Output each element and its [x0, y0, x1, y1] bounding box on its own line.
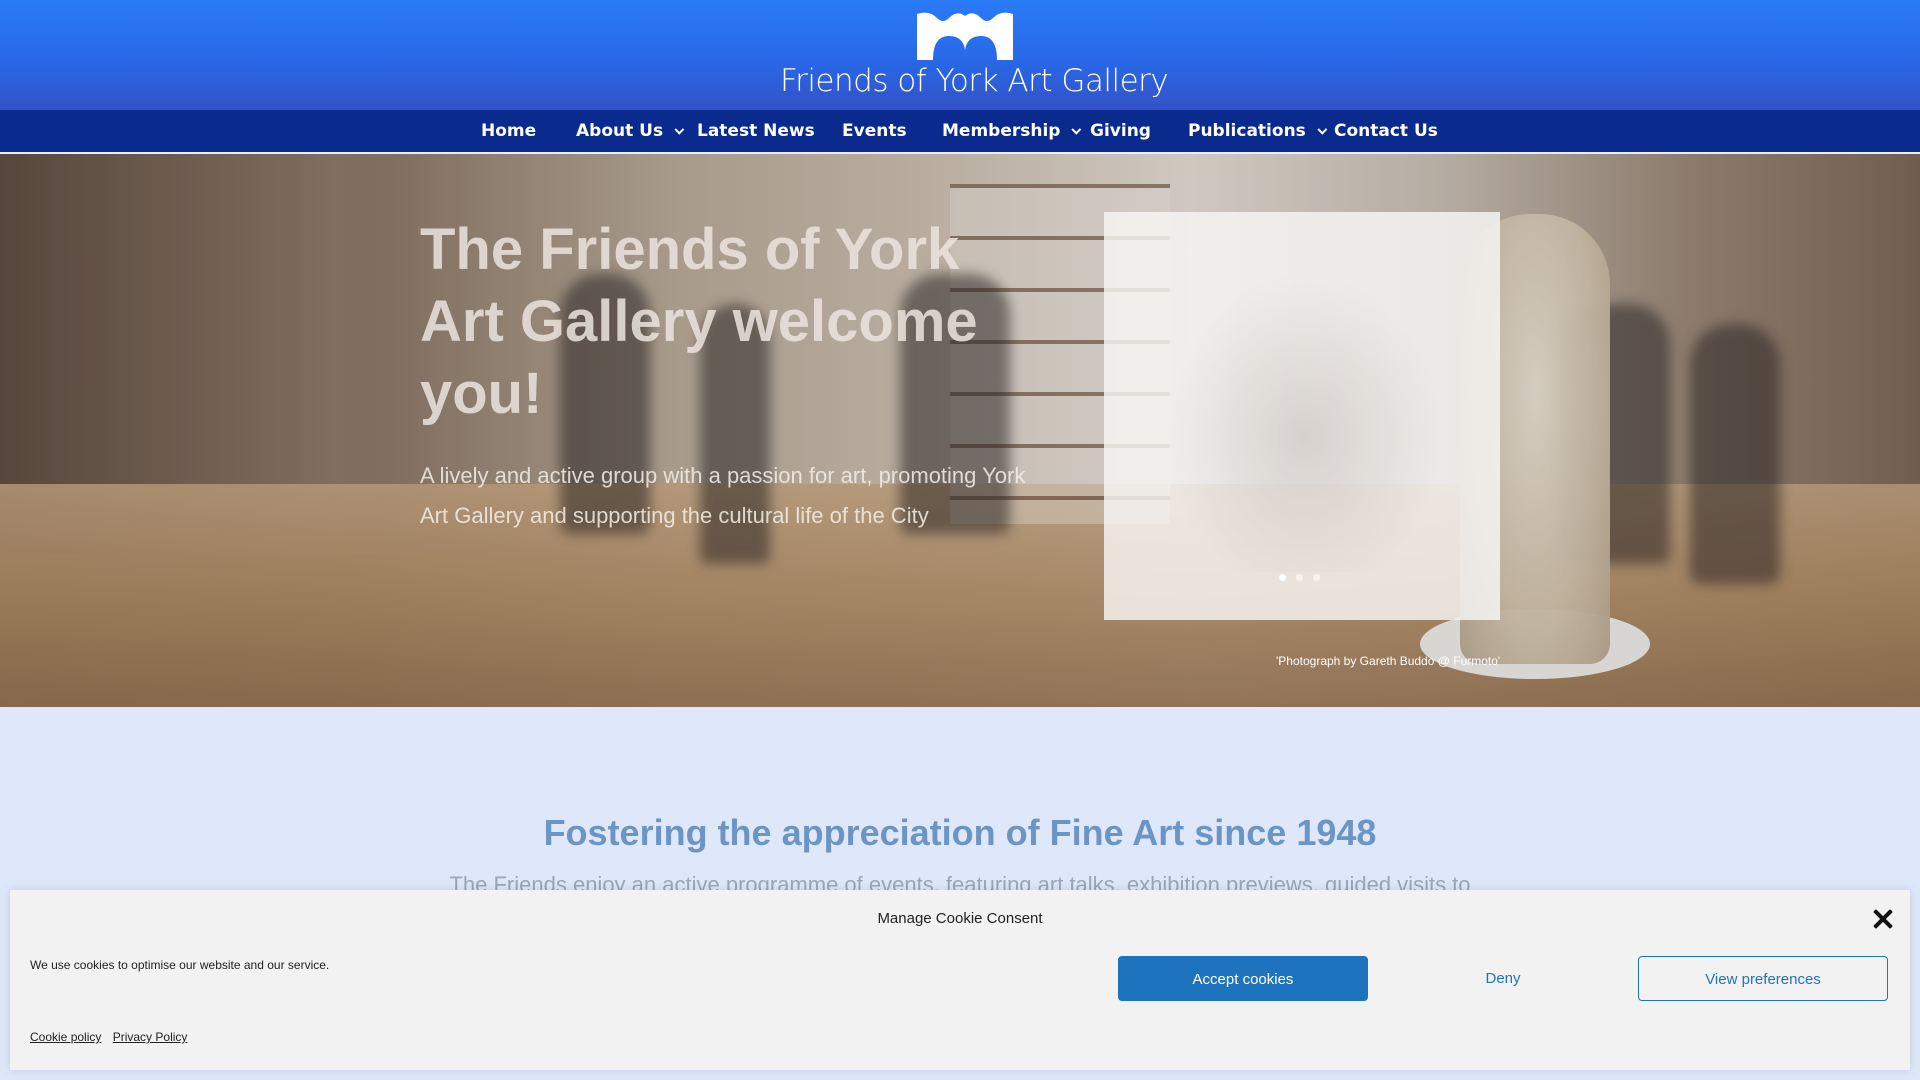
logo-text: Friends of York Art Gallery	[780, 63, 1169, 99]
nav-item-home[interactable]: Home	[481, 110, 536, 152]
chevron-down-icon	[1317, 124, 1328, 135]
cookie-consent-banner: Manage Cookie Consent We use cookies to …	[10, 890, 1910, 1070]
nav-item-label: About Us	[576, 121, 664, 141]
cookie-links: Cookie policy Privacy Policy	[30, 1030, 195, 1044]
nav-item-membership[interactable]: Membership	[942, 110, 1082, 152]
hero-title: The Friends of York Art Gallery welcome …	[420, 217, 978, 426]
slider-dot-2[interactable]	[1296, 574, 1303, 581]
photo-credit: 'Photograph by Gareth Buddo @ Furmoto'	[1276, 654, 1501, 668]
nav-item-label: Publications	[1188, 121, 1306, 141]
nav-item-label: Giving	[1090, 121, 1151, 141]
logo-arches-icon	[917, 12, 1013, 60]
nav-item-publications[interactable]: Publications	[1188, 110, 1328, 152]
nav-item-latest-news[interactable]: Latest News	[697, 110, 815, 152]
close-icon[interactable]	[1870, 906, 1896, 932]
nav-item-about-us[interactable]: About Us	[576, 110, 685, 152]
site-logo[interactable]: Friends of York Art Gallery	[780, 10, 1169, 102]
cookie-policy-link[interactable]: Cookie policy	[30, 1030, 101, 1044]
chevron-down-icon	[1071, 124, 1082, 135]
nav-item-label: Latest News	[697, 121, 815, 141]
chevron-down-icon	[674, 124, 685, 135]
nav-item-contact-us[interactable]: Contact Us	[1334, 110, 1438, 152]
deny-button[interactable]: Deny	[1378, 956, 1628, 1001]
section-title: Fostering the appreciation of Fine Art s…	[543, 812, 1377, 853]
cookie-message: We use cookies to optimise our website a…	[30, 958, 330, 972]
nav-item-label: Events	[842, 121, 907, 141]
main-navigation: Home About Us Latest News Events Members…	[0, 110, 1920, 154]
slider-pagination	[1279, 568, 1330, 581]
slider-dot-3[interactable]	[1313, 574, 1320, 581]
nav-item-giving[interactable]: Giving	[1090, 110, 1151, 152]
hero-section: The Friends of York Art Gallery welcome …	[0, 154, 1920, 707]
site-header: Friends of York Art Gallery	[0, 0, 1920, 110]
slider-image	[1164, 272, 1444, 572]
view-preferences-button[interactable]: View preferences	[1638, 956, 1888, 1001]
nav-item-label: Contact Us	[1334, 121, 1438, 141]
privacy-policy-link[interactable]: Privacy Policy	[113, 1030, 188, 1044]
accept-cookies-button[interactable]: Accept cookies	[1118, 956, 1368, 1001]
image-slider[interactable]	[1104, 212, 1500, 620]
nav-list: Home About Us Latest News Events Members…	[0, 110, 1920, 152]
slider-dot-1[interactable]	[1279, 574, 1286, 581]
hero-subtitle: A lively and active group with a passion…	[420, 463, 1026, 528]
nav-item-label: Membership	[942, 121, 1061, 141]
nav-item-events[interactable]: Events	[842, 110, 907, 152]
cookie-title: Manage Cookie Consent	[877, 910, 1043, 927]
nav-item-label: Home	[481, 121, 537, 141]
